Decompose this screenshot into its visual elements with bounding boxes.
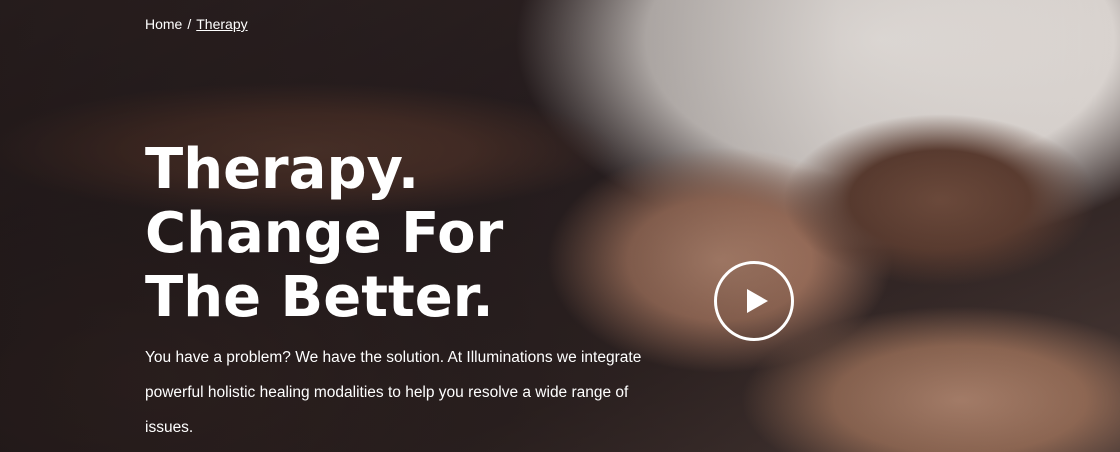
page-title: Therapy. Change For The Better. [145,138,503,330]
breadcrumb: Home / Therapy [145,16,248,32]
intro-paragraph: You have a problem? We have the solution… [145,349,642,436]
hero-section: Home / Therapy Therapy. Change For The B… [0,0,1120,452]
page-title-line-2: Change For [145,201,504,266]
page-title-line-3: The Better. [145,265,494,330]
breadcrumb-current-link[interactable]: Therapy [196,16,247,32]
breadcrumb-home-link[interactable]: Home [145,16,182,32]
page-title-line-1: Therapy. [145,137,420,202]
play-icon [747,289,768,313]
breadcrumb-separator: / [187,16,192,32]
video-play-button[interactable] [714,261,794,341]
